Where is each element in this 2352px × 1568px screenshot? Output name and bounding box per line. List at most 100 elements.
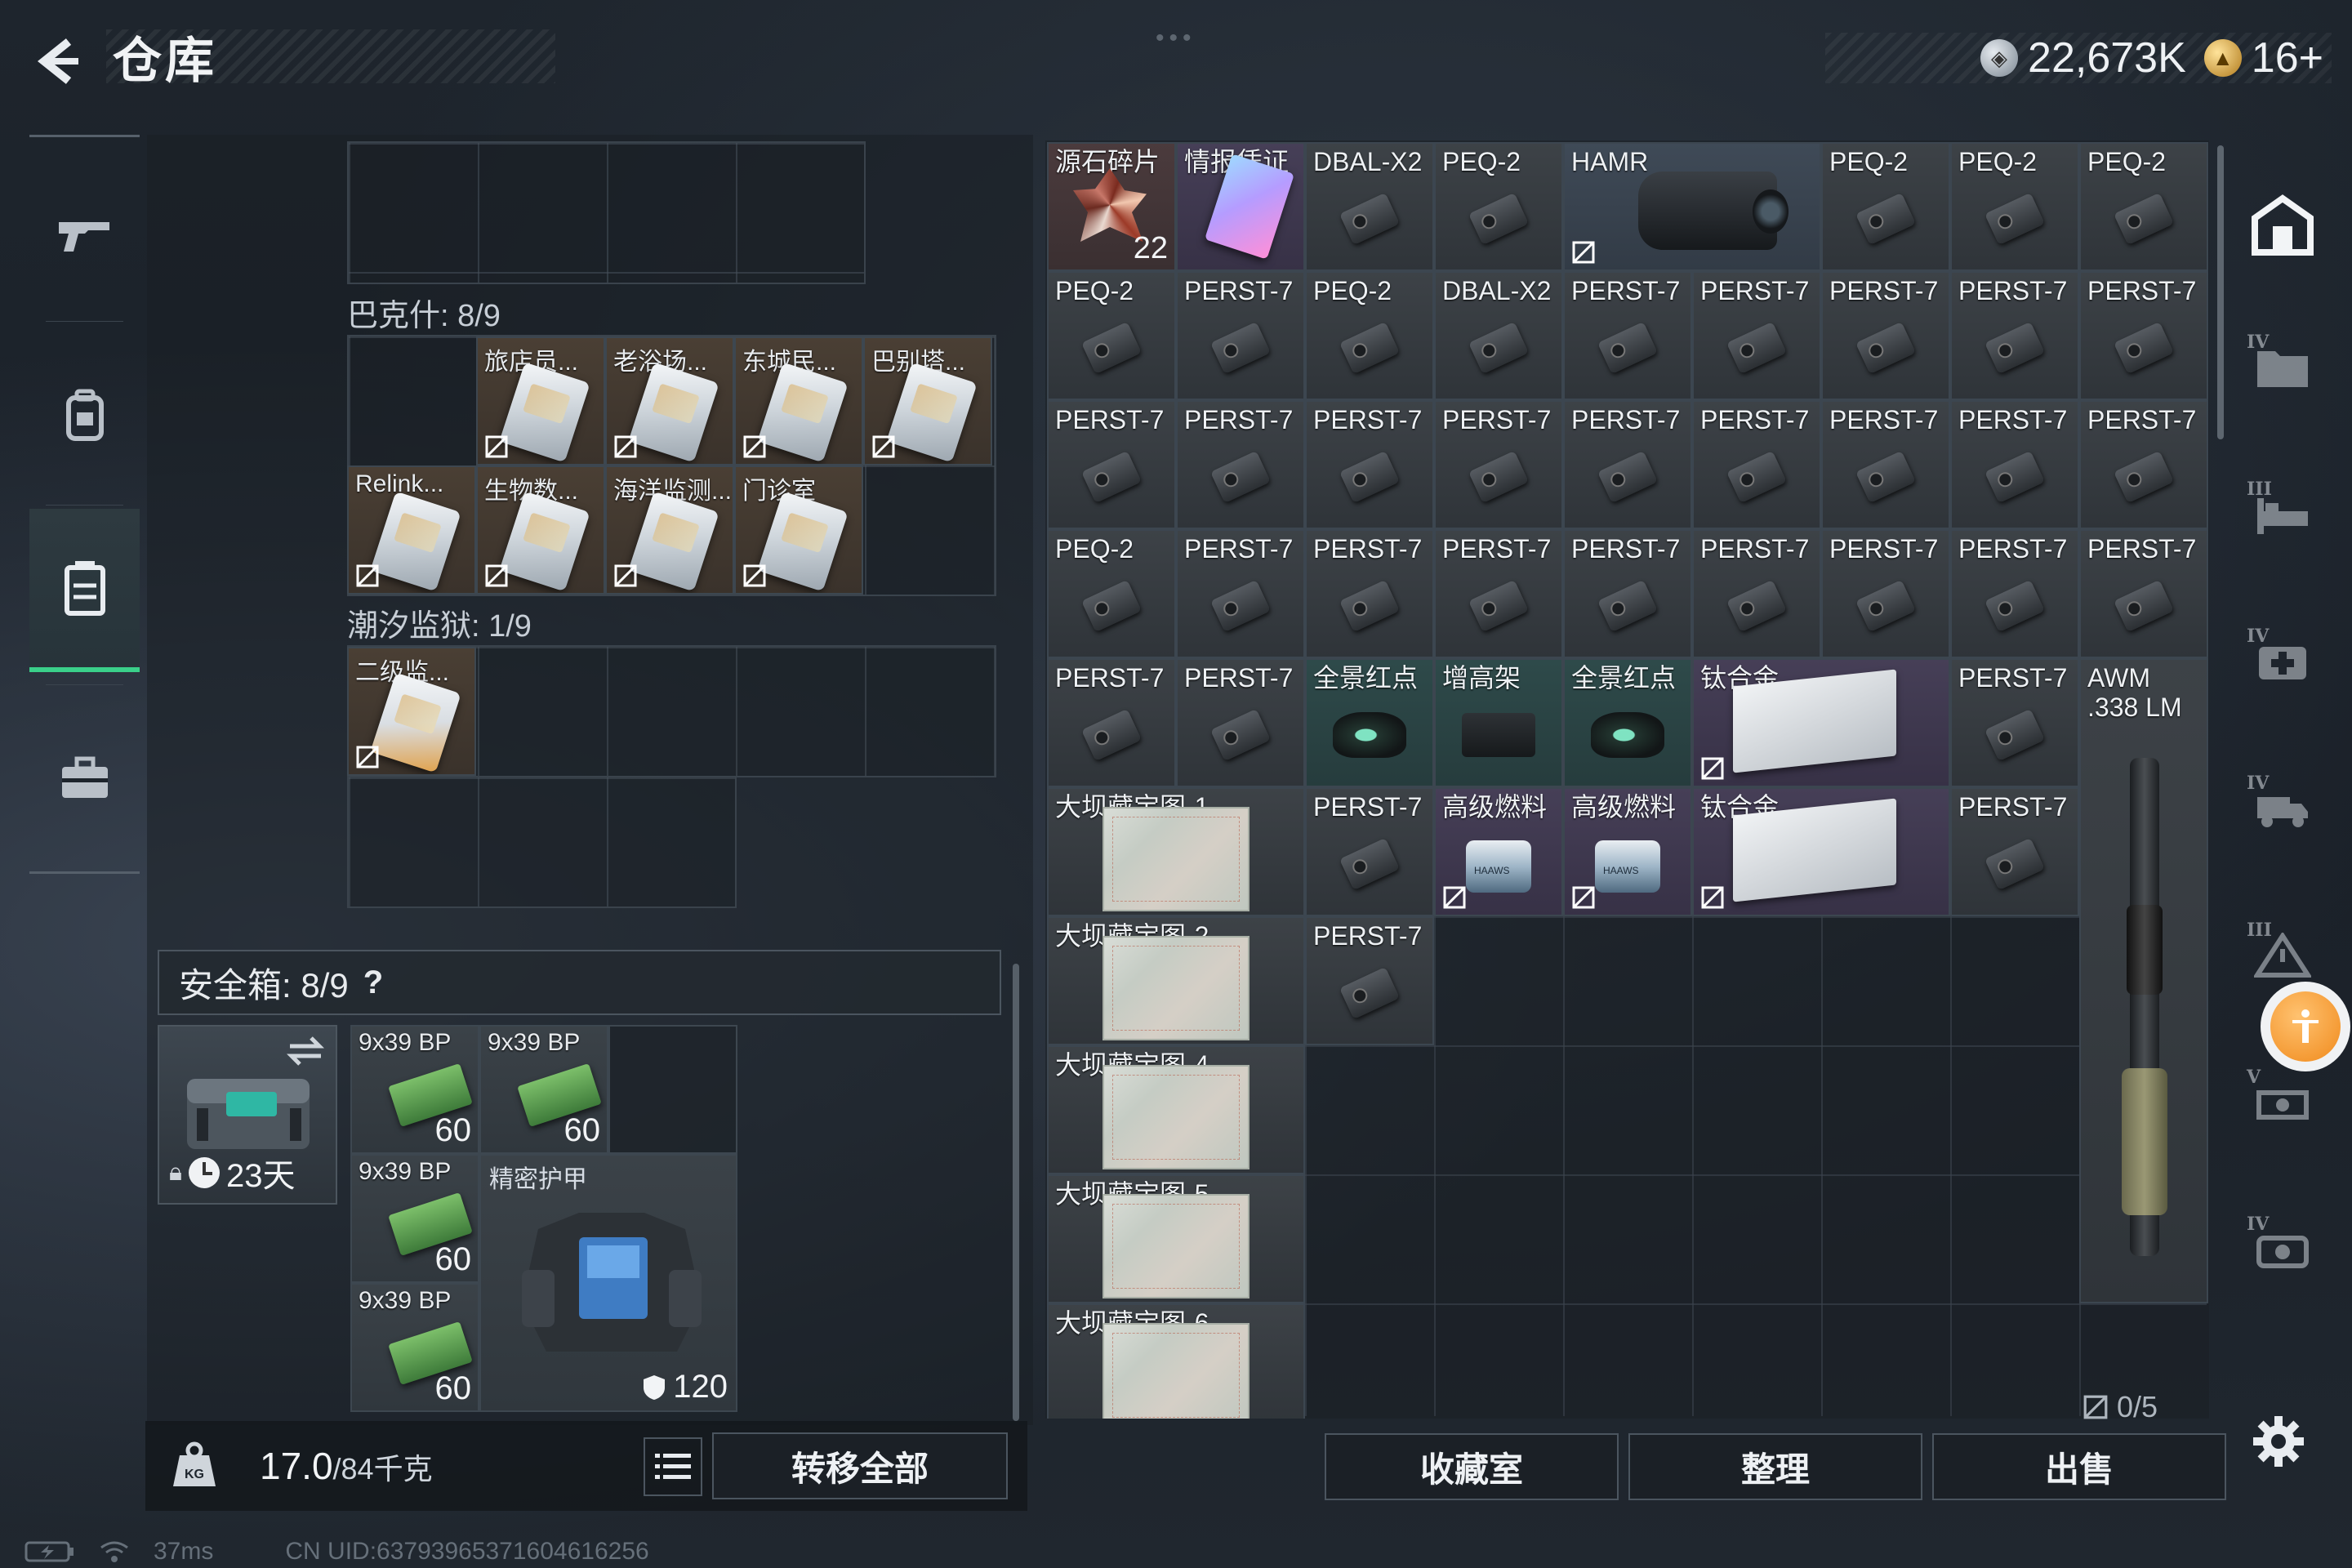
stash-item[interactable]: PERST-7 xyxy=(2079,529,2208,658)
no-trade-icon xyxy=(743,564,766,587)
stash-item[interactable]: PERST-7 xyxy=(1305,787,1434,916)
stash-item[interactable]: 高级燃料 xyxy=(1563,787,1692,916)
container-grid-top[interactable] xyxy=(347,141,866,284)
stash-item[interactable]: PERST-7 xyxy=(1950,271,2079,400)
filter-level-4-folder[interactable]: IV xyxy=(2242,327,2323,408)
stash-item[interactable]: 钛合金 xyxy=(1692,658,1950,787)
stash-item[interactable]: 增高架 xyxy=(1434,658,1563,787)
stash-item[interactable]: PERST-7 xyxy=(1692,529,1821,658)
keycard-item[interactable]: 生物数... xyxy=(476,466,605,595)
stash-item[interactable]: 钛合金 xyxy=(1692,787,1950,916)
stash-item[interactable]: PERST-7 xyxy=(1176,271,1305,400)
stash-item[interactable]: PERST-7 xyxy=(1176,400,1305,529)
stash-item[interactable]: PEQ-2 xyxy=(1821,142,1950,271)
keycard-item[interactable]: 海洋监测... xyxy=(605,466,734,595)
list-view-button[interactable] xyxy=(644,1437,702,1496)
stash-item[interactable]: PERST-7 xyxy=(1305,529,1434,658)
gold-currency[interactable]: ▲ 16+ xyxy=(2203,33,2323,82)
transfer-all-button[interactable]: 转移全部 xyxy=(712,1432,1008,1499)
collection-button[interactable]: 收藏室 xyxy=(1325,1433,1619,1500)
stash-item[interactable]: PERST-7 xyxy=(1950,787,2079,916)
stash-item[interactable]: PERST-7 xyxy=(1305,400,1434,529)
stash-scrollbar[interactable] xyxy=(2217,145,2224,439)
stash-item[interactable]: 大坝藏宝图-1 xyxy=(1047,787,1305,916)
stash-item[interactable]: PERST-7 xyxy=(1434,400,1563,529)
filter-level-3-bed[interactable]: III xyxy=(2242,474,2323,555)
stash-item[interactable]: PERST-7 xyxy=(1047,400,1176,529)
keycard-item[interactable]: Relink... xyxy=(347,466,476,595)
stash-item[interactable]: 大坝藏宝图-6 xyxy=(1047,1303,1305,1419)
help-button[interactable]: ? xyxy=(363,964,383,1001)
gear-icon xyxy=(2253,1416,2304,1467)
filter-level-4-medical[interactable]: IV xyxy=(2242,621,2323,702)
organize-button[interactable]: 整理 xyxy=(1628,1433,1922,1500)
stash-item[interactable]: PERST-7 xyxy=(1047,658,1176,787)
stash-item[interactable]: PERST-7 xyxy=(2079,271,2208,400)
drag-handle-icon[interactable]: ••• xyxy=(1156,24,1196,52)
stash-item[interactable]: PERST-7 xyxy=(1176,529,1305,658)
back-button[interactable] xyxy=(24,29,90,94)
stash-item[interactable]: PEQ-2 xyxy=(1047,529,1176,658)
stash-item[interactable]: 大坝藏宝图-4 xyxy=(1047,1045,1305,1174)
rail-item-backpack[interactable] xyxy=(29,333,140,497)
stash-item[interactable]: PEQ-2 xyxy=(1950,142,2079,271)
stash-item[interactable]: PERST-7 xyxy=(1821,529,1950,658)
assistant-float-button[interactable] xyxy=(2261,982,2350,1071)
stash-item[interactable]: HAMR xyxy=(1563,142,1821,271)
sell-button[interactable]: 出售 xyxy=(1932,1433,2226,1500)
stash-item[interactable]: 大坝藏宝图-2 xyxy=(1047,916,1305,1045)
stash-item[interactable]: PERST-7 xyxy=(1692,400,1821,529)
keycard-item[interactable]: 东城民... xyxy=(734,336,863,466)
ammo-item[interactable]: 9x39 BP 60 xyxy=(350,1025,479,1154)
stash-item[interactable]: PERST-7 xyxy=(2079,400,2208,529)
stash-item[interactable]: PERST-7 xyxy=(1692,271,1821,400)
rail-item-containers[interactable] xyxy=(29,509,140,672)
stash-item[interactable]: PERST-7 xyxy=(1950,529,2079,658)
rail-item-weapons[interactable] xyxy=(29,154,140,317)
filter-level-4-camera[interactable]: IV xyxy=(2242,1209,2323,1290)
stash-item[interactable]: 全景红点 xyxy=(1305,658,1434,787)
stash-grid[interactable]: 源石碎片 22 情报凭证 DBAL-X2 PEQ-2 HAMR PEQ-2 PE… xyxy=(1045,140,2209,1419)
stash-item[interactable]: 大坝藏宝图-5 xyxy=(1047,1174,1305,1303)
stash-item[interactable]: PERST-7 xyxy=(1434,529,1563,658)
keycard-item[interactable]: 巴别塔... xyxy=(863,336,992,466)
stash-item[interactable]: PERST-7 xyxy=(1821,271,1950,400)
stash-item[interactable]: PERST-7 xyxy=(1950,658,2079,787)
stash-item[interactable]: 源石碎片 22 xyxy=(1047,142,1176,271)
rail-item-cases[interactable] xyxy=(29,697,140,860)
prison-grid-lower[interactable] xyxy=(347,776,737,908)
stash-item[interactable]: PEQ-2 xyxy=(1047,271,1176,400)
filter-level-4-truck[interactable]: IV xyxy=(2242,768,2323,849)
keycard-item[interactable]: 老浴场... xyxy=(605,336,734,466)
left-scrollbar[interactable] xyxy=(1013,964,1019,1421)
filter-all[interactable] xyxy=(2242,184,2323,265)
stash-item[interactable]: PEQ-2 xyxy=(2079,142,2208,271)
ammo-item[interactable]: 9x39 BP 60 xyxy=(350,1283,479,1412)
armor-item[interactable]: 精密护甲 120 xyxy=(479,1154,737,1412)
stash-item[interactable]: PERST-7 xyxy=(1563,271,1692,400)
keycard-item[interactable]: 门诊室 xyxy=(734,466,863,595)
keycard-item[interactable]: 旅店员... xyxy=(476,336,605,466)
ammo-item[interactable]: 9x39 BP 60 xyxy=(350,1154,479,1283)
stash-item[interactable]: PERST-7 xyxy=(1563,400,1692,529)
filter-level-5-tools[interactable]: V xyxy=(2242,1062,2323,1143)
stash-item[interactable]: PERST-7 xyxy=(1563,529,1692,658)
keycard-item[interactable]: 二级监... xyxy=(347,647,476,776)
stash-item[interactable]: 高级燃料 xyxy=(1434,787,1563,916)
settings-button[interactable] xyxy=(2242,1405,2315,1478)
secure-case-slot[interactable]: 🔒︎ 23天 xyxy=(158,1025,337,1205)
stash-item[interactable]: DBAL-X2 xyxy=(1434,271,1563,400)
stash-item-rifle[interactable]: AWM .338 LM xyxy=(2079,658,2208,1303)
stash-item[interactable]: PERST-7 xyxy=(1176,658,1305,787)
stash-item[interactable]: 情报凭证 xyxy=(1176,142,1305,271)
stash-item[interactable]: 全景红点 xyxy=(1563,658,1692,787)
stash-item[interactable]: DBAL-X2 xyxy=(1305,142,1434,271)
stash-item[interactable]: PEQ-2 xyxy=(1305,271,1434,400)
stash-item[interactable]: PERST-7 xyxy=(1950,400,2079,529)
stash-item[interactable]: PERST-7 xyxy=(1305,916,1434,1045)
ammo-item[interactable]: 9x39 BP 60 xyxy=(479,1025,608,1154)
stash-item[interactable]: PEQ-2 xyxy=(1434,142,1563,271)
silver-currency[interactable]: ◈ 22,673K xyxy=(1980,33,2186,82)
empty-slot[interactable] xyxy=(608,1025,737,1154)
stash-item[interactable]: PERST-7 xyxy=(1821,400,1950,529)
